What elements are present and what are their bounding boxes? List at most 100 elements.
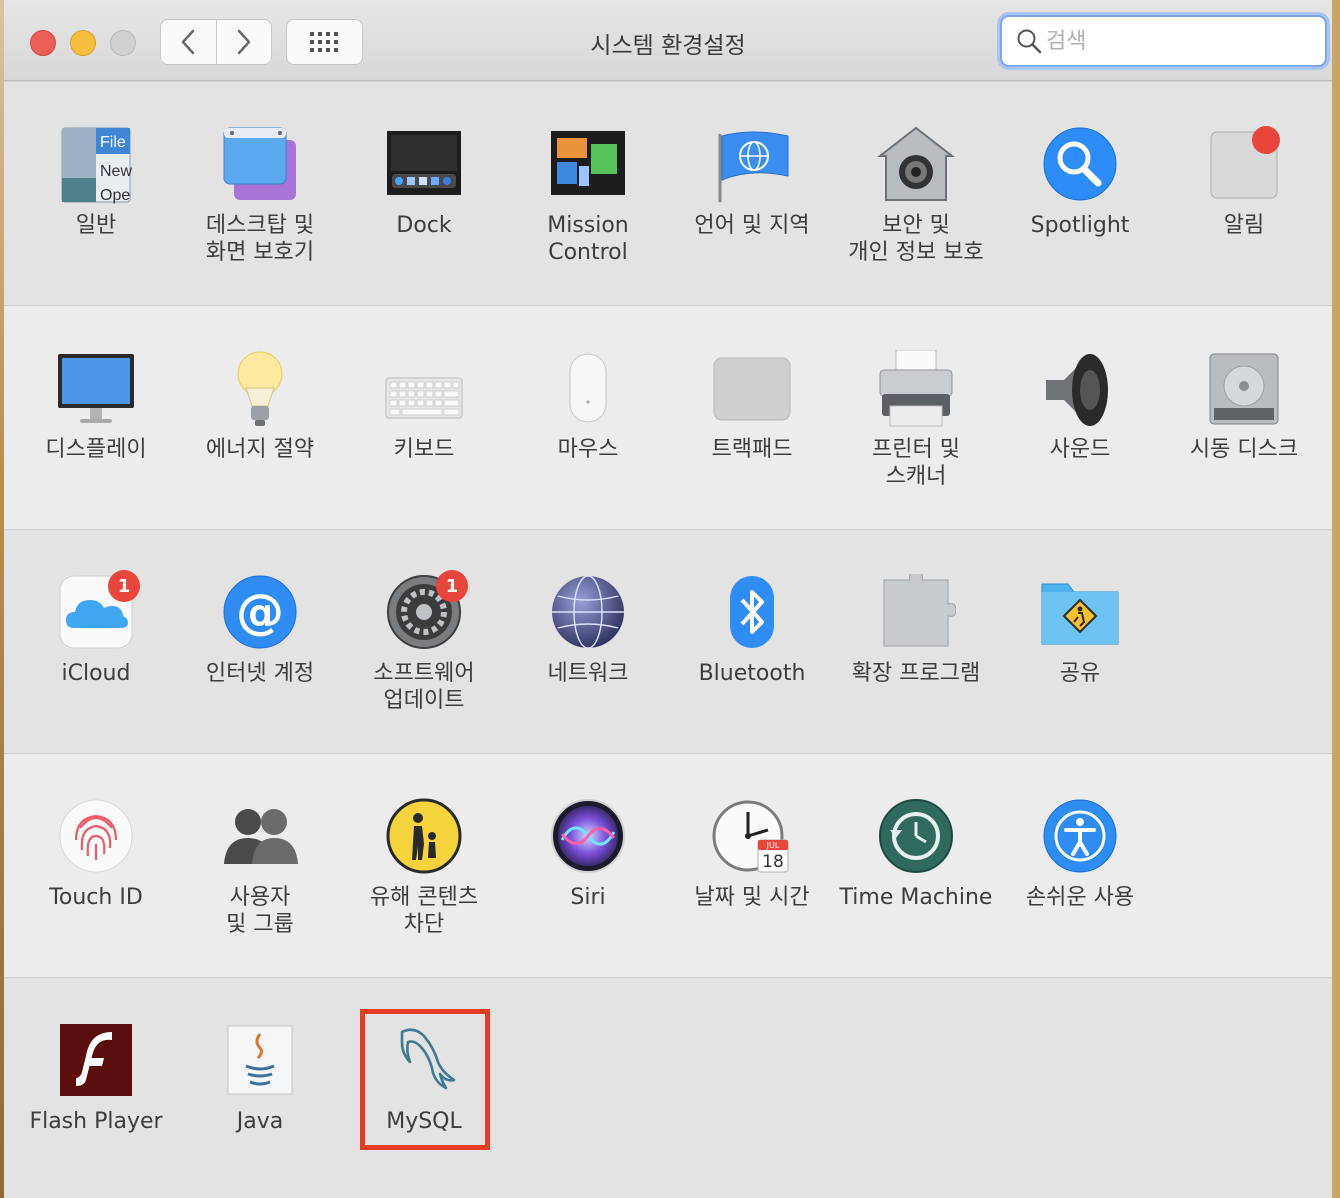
pref-label: 사용자 및 그룹 bbox=[226, 885, 294, 937]
pref-label: Touch ID bbox=[49, 885, 143, 910]
svg-text:18: 18 bbox=[762, 852, 784, 872]
sound-icon bbox=[1040, 350, 1120, 430]
time-machine-icon bbox=[876, 798, 956, 878]
pref-label: iCloud bbox=[61, 661, 131, 686]
pref-label: 확장 프로그램 bbox=[851, 661, 981, 686]
printers-scanners-icon bbox=[876, 349, 956, 430]
pref-parental-controls[interactable]: 유해 콘텐츠 차단 bbox=[344, 798, 504, 938]
pref-mouse[interactable]: 마우스 bbox=[508, 350, 668, 463]
internet-accounts-icon: @ bbox=[220, 574, 300, 654]
pref-startup-disk[interactable]: 시동 디스크 bbox=[1164, 350, 1324, 463]
bluetooth-icon bbox=[712, 574, 792, 654]
svg-text:New: New bbox=[100, 163, 132, 180]
sharing-icon bbox=[1040, 574, 1120, 654]
pref-label: 일반 bbox=[75, 213, 117, 238]
pref-security-privacy[interactable]: 보안 및 개인 정보 보호 bbox=[836, 126, 996, 266]
mission-control-icon bbox=[548, 126, 628, 206]
pref-notifications[interactable]: 알림 bbox=[1164, 126, 1324, 239]
software-update-icon: 1 bbox=[384, 570, 468, 654]
keyboard-icon bbox=[384, 350, 464, 430]
pref-siri[interactable]: Siri bbox=[508, 798, 668, 911]
pref-sound[interactable]: 사운드 bbox=[1000, 350, 1160, 463]
pref-label: 사운드 bbox=[1049, 437, 1111, 462]
pref-internet-accounts[interactable]: @ 인터넷 계정 bbox=[180, 574, 340, 687]
pref-printers-scanners[interactable]: 프린터 및 스캐너 bbox=[836, 349, 996, 490]
pref-sharing[interactable]: 공유 bbox=[1000, 574, 1160, 687]
energy-saver-icon bbox=[220, 350, 300, 430]
pref-bluetooth[interactable]: Bluetooth bbox=[672, 574, 832, 687]
general-icon: File New Ope bbox=[56, 126, 136, 206]
spotlight-icon bbox=[1040, 126, 1120, 206]
pref-dock[interactable]: Dock bbox=[344, 126, 504, 239]
pref-label: 트랙패드 bbox=[711, 437, 793, 462]
icloud-icon: 1 bbox=[56, 570, 140, 654]
pref-label: 날짜 및 시간 bbox=[694, 885, 810, 910]
mysql-highlight-box bbox=[360, 1009, 490, 1150]
pref-software-update[interactable]: 1 소프트웨어 업데이트 bbox=[344, 570, 504, 714]
touch-id-icon bbox=[56, 798, 136, 878]
pref-label: 유해 콘텐츠 차단 bbox=[369, 885, 479, 937]
pref-mission-control[interactable]: Mission Control bbox=[508, 126, 668, 266]
flash-player-icon bbox=[56, 1022, 136, 1102]
trackpad-icon bbox=[712, 350, 792, 430]
pref-label: Time Machine bbox=[839, 885, 993, 910]
pref-java[interactable]: Java bbox=[180, 1022, 340, 1135]
update-badge: 1 bbox=[108, 570, 140, 602]
update-badge: 1 bbox=[436, 570, 468, 602]
pref-label: Flash Player bbox=[29, 1109, 163, 1134]
pref-flash-player[interactable]: Flash Player bbox=[16, 1022, 176, 1135]
pref-label: 언어 및 지역 bbox=[694, 213, 810, 238]
pref-label: Java bbox=[236, 1109, 284, 1134]
dock-icon bbox=[384, 126, 464, 206]
pref-label: 디스플레이 bbox=[45, 437, 147, 462]
users-groups-icon bbox=[220, 798, 300, 878]
pref-spotlight[interactable]: Spotlight bbox=[1000, 126, 1160, 239]
siri-icon bbox=[548, 798, 628, 878]
pref-label: 소프트웨어 업데이트 bbox=[373, 661, 475, 713]
pref-extensions[interactable]: 확장 프로그램 bbox=[836, 571, 996, 687]
pref-label: 손쉬운 사용 bbox=[1025, 885, 1135, 910]
pref-label: 공유 bbox=[1059, 661, 1101, 686]
system-preferences-window: 시스템 환경설정 File New Ope 일반 bbox=[4, 0, 1332, 1198]
pref-icloud[interactable]: 1 iCloud bbox=[16, 570, 176, 687]
pref-display[interactable]: 디스플레이 bbox=[16, 350, 176, 463]
pref-label: 마우스 bbox=[557, 437, 619, 462]
notifications-icon bbox=[1204, 126, 1284, 206]
language-region-icon bbox=[712, 126, 792, 206]
java-icon bbox=[220, 1022, 300, 1102]
pref-users-groups[interactable]: 사용자 및 그룹 bbox=[180, 798, 340, 938]
titlebar: 시스템 환경설정 bbox=[4, 0, 1332, 81]
pref-desktop-screensaver[interactable]: 데스크탑 및 화면 보호기 bbox=[180, 126, 340, 266]
pref-label: 데스크탑 및 화면 보호기 bbox=[205, 213, 315, 265]
pref-time-machine[interactable]: Time Machine bbox=[836, 798, 996, 911]
svg-text:@: @ bbox=[236, 584, 284, 640]
pref-general[interactable]: File New Ope 일반 bbox=[16, 126, 176, 239]
pref-label: 인터넷 계정 bbox=[205, 661, 315, 686]
network-icon bbox=[548, 574, 628, 654]
security-privacy-icon bbox=[876, 126, 956, 206]
pref-label: 키보드 bbox=[393, 437, 455, 462]
pref-date-time[interactable]: JUL 18 날짜 및 시간 bbox=[672, 798, 832, 911]
extensions-icon bbox=[876, 571, 957, 654]
pref-label: 프린터 및 스캐너 bbox=[872, 437, 960, 489]
display-icon bbox=[56, 350, 136, 430]
search-field[interactable] bbox=[1000, 15, 1327, 67]
pref-label: 에너지 절약 bbox=[205, 437, 315, 462]
pref-label: Dock bbox=[396, 213, 452, 238]
pref-trackpad[interactable]: 트랙패드 bbox=[672, 350, 832, 463]
pref-accessibility[interactable]: 손쉬운 사용 bbox=[1000, 798, 1160, 911]
svg-text:File: File bbox=[100, 134, 126, 151]
accessibility-icon bbox=[1040, 798, 1120, 878]
pref-energy-saver[interactable]: 에너지 절약 bbox=[180, 350, 340, 463]
pref-network[interactable]: 네트워크 bbox=[508, 574, 668, 687]
pref-language-region[interactable]: 언어 및 지역 bbox=[672, 126, 832, 239]
pref-keyboard[interactable]: 키보드 bbox=[344, 350, 504, 463]
svg-text:Ope: Ope bbox=[100, 187, 130, 204]
desktop-screensaver-icon bbox=[220, 126, 300, 206]
search-input[interactable] bbox=[1044, 27, 1308, 55]
pref-label: 알림 bbox=[1223, 213, 1265, 238]
startup-disk-icon bbox=[1204, 350, 1284, 430]
date-time-icon: JUL 18 bbox=[712, 798, 792, 878]
mouse-icon bbox=[548, 350, 628, 430]
pref-touch-id[interactable]: Touch ID bbox=[16, 798, 176, 911]
